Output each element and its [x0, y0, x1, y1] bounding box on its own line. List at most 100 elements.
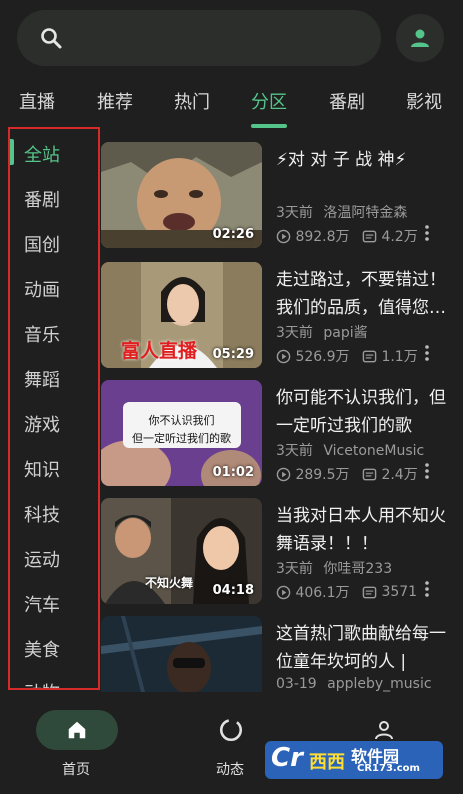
video-author[interactable]: 洛温阿特金森 — [323, 205, 407, 221]
nav-dynamic-label[interactable]: 动态 — [216, 759, 244, 779]
video-thumbnail[interactable]: 02:26 — [101, 142, 262, 248]
user-icon — [411, 29, 429, 47]
sidebar-item-music[interactable]: 音乐 — [24, 321, 60, 347]
profile-icon[interactable] — [372, 718, 396, 742]
danmaku-icon — [362, 586, 377, 598]
more-options-icon[interactable] — [423, 224, 431, 242]
danmaku-icon — [362, 230, 377, 242]
thumbnail-caption: 但一定听过我们的歌 — [132, 432, 231, 445]
sidebar-item-car[interactable]: 汽车 — [24, 591, 60, 617]
category-tabs: 直播 推荐 热门 分区 番剧 影视 — [0, 80, 463, 128]
video-meta: 3天前 你哇哥233 — [276, 558, 392, 578]
video-time: 3天前 — [276, 443, 313, 459]
play-count-icon — [276, 349, 291, 363]
watermark-logo: Cr 西西 软件园 CR173.com — [265, 741, 443, 779]
video-card[interactable]: 富人直播 05:29 走过路过，不要错过！我们的品质，值得您的信赖！ 3天前 p… — [101, 262, 463, 368]
video-title[interactable]: 走过路过，不要错过！我们的品质，值得您的信赖！ — [276, 266, 456, 322]
video-time: 3天前 — [276, 561, 313, 577]
view-count: 406.1万 — [295, 585, 350, 601]
sidebar-item-food[interactable]: 美食 — [24, 636, 60, 662]
video-card[interactable]: 这首热门歌曲献给每一位童年坎坷的人 | 03-19 appleby_music — [101, 616, 463, 692]
avatar-button[interactable] — [396, 14, 444, 62]
sidebar-item-animation[interactable]: 动画 — [24, 276, 60, 302]
video-stats: 406.1万 3571 — [276, 582, 417, 602]
video-duration: 04:18 — [212, 583, 254, 598]
sidebar-item-knowledge[interactable]: 知识 — [24, 456, 60, 482]
video-meta: 3天前 洛温阿特金森 — [276, 202, 407, 222]
more-options-icon[interactable] — [423, 580, 431, 598]
danmaku-count: 4.2万 — [381, 229, 418, 245]
video-title[interactable]: 当我对日本人用不知火舞语录！！！ — [276, 502, 456, 558]
sidebar-item-guochuang[interactable]: 国创 — [24, 231, 60, 257]
tab-hot[interactable]: 热门 — [174, 88, 210, 114]
video-author[interactable]: papi酱 — [323, 325, 367, 341]
video-time: 3天前 — [276, 205, 313, 221]
video-meta: 3天前 VicetoneMusic — [276, 440, 424, 460]
danmaku-count: 1.1万 — [381, 349, 418, 365]
sidebar-item-game[interactable]: 游戏 — [24, 411, 60, 437]
danmaku-count: 2.4万 — [381, 467, 418, 483]
nav-home-label[interactable]: 首页 — [62, 759, 90, 779]
view-count: 892.8万 — [295, 229, 350, 245]
video-time: 03-19 — [276, 676, 317, 692]
video-stats: 892.8万 4.2万 — [276, 226, 418, 246]
home-icon — [68, 721, 86, 739]
video-duration: 05:29 — [212, 347, 254, 362]
thumbnail-caption: 不知火舞 — [145, 576, 194, 590]
tab-recommend[interactable]: 推荐 — [97, 88, 133, 114]
tab-live[interactable]: 直播 — [19, 88, 55, 114]
video-meta: 03-19 appleby_music — [276, 676, 432, 692]
video-author[interactable]: appleby_music — [327, 676, 431, 692]
video-meta: 3天前 papi酱 — [276, 322, 368, 342]
watermark-brand: 西西 — [309, 752, 345, 773]
sidebar-item-dance[interactable]: 舞蹈 — [24, 366, 60, 392]
video-thumbnail[interactable] — [101, 616, 262, 692]
danmaku-icon — [362, 350, 377, 362]
view-count: 526.9万 — [295, 349, 350, 365]
danmaku-icon — [362, 468, 377, 480]
video-author[interactable]: VicetoneMusic — [323, 443, 424, 459]
more-options-icon[interactable] — [423, 462, 431, 480]
video-title[interactable]: 这首热门歌曲献给每一位童年坎坷的人 | — [276, 620, 456, 676]
play-count-icon — [276, 585, 291, 599]
video-card[interactable]: 02:26 ⚡对 对 子 战 神⚡ 3天前 洛温阿特金森 892.8万 4.2万 — [101, 142, 463, 248]
tab-anime[interactable]: 番剧 — [329, 88, 365, 114]
video-title[interactable]: 你可能不认识我们，但一定听过我们的歌 — [276, 384, 456, 440]
thumbnail-image — [101, 616, 262, 692]
play-count-icon — [276, 467, 291, 481]
dynamic-icon[interactable] — [218, 717, 244, 743]
video-thumbnail[interactable]: 不知火舞 04:18 — [101, 498, 262, 604]
video-author[interactable]: 你哇哥233 — [323, 561, 392, 577]
sidebar-item-animal[interactable]: 动物 — [24, 679, 60, 688]
sidebar-active-indicator — [10, 139, 14, 165]
watermark-url: CR173.com — [357, 763, 420, 774]
video-card[interactable]: 你不认识我们 但一定听过我们的歌 01:02 你可能不认识我们，但一定听过我们的… — [101, 380, 463, 486]
video-thumbnail[interactable]: 富人直播 05:29 — [101, 262, 262, 368]
video-time: 3天前 — [276, 325, 313, 341]
more-options-icon[interactable] — [423, 344, 431, 362]
thumbnail-caption: 富人直播 — [121, 340, 198, 362]
danmaku-count: 3571 — [381, 584, 418, 600]
active-tab-indicator — [251, 124, 287, 128]
nav-home-button[interactable] — [36, 710, 118, 750]
top-bar — [0, 0, 463, 75]
video-title[interactable]: ⚡对 对 子 战 神⚡ — [276, 146, 456, 174]
video-duration: 01:02 — [212, 465, 254, 480]
sidebar-item-all[interactable]: 全站 — [24, 141, 60, 167]
thumbnail-caption: 你不认识我们 — [148, 414, 215, 427]
video-duration: 02:26 — [212, 227, 254, 242]
play-count-icon — [276, 229, 291, 243]
search-bar[interactable] — [17, 10, 381, 66]
sidebar-item-bangumi[interactable]: 番剧 — [24, 186, 60, 212]
search-icon — [41, 28, 62, 49]
video-thumbnail[interactable]: 你不认识我们 但一定听过我们的歌 01:02 — [101, 380, 262, 486]
sidebar-item-sports[interactable]: 运动 — [24, 546, 60, 572]
view-count: 289.5万 — [295, 467, 350, 483]
tab-partition[interactable]: 分区 — [251, 88, 287, 114]
tab-movies[interactable]: 影视 — [406, 88, 442, 114]
sidebar-item-tech[interactable]: 科技 — [24, 501, 60, 527]
video-stats: 526.9万 1.1万 — [276, 346, 418, 366]
watermark-cr: Cr — [271, 743, 303, 773]
video-card[interactable]: 不知火舞 04:18 当我对日本人用不知火舞语录！！！ 3天前 你哇哥233 4… — [101, 498, 463, 604]
partition-sidebar: 全站 番剧 国创 动画 音乐 舞蹈 游戏 知识 科技 运动 汽车 美食 动物 — [8, 127, 100, 690]
